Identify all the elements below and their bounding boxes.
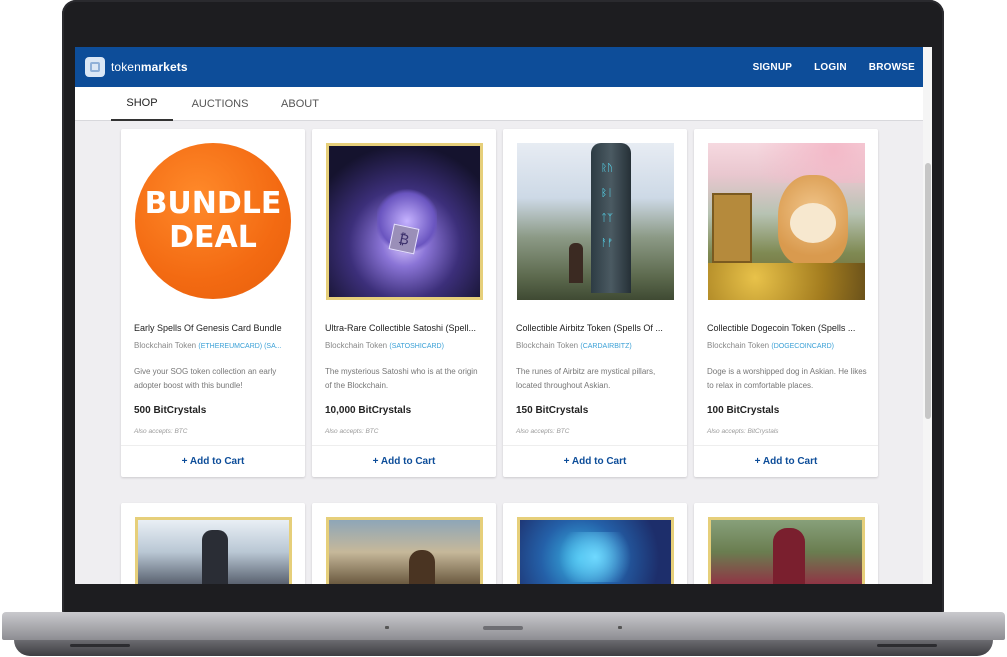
product-name[interactable]: Early Spells Of Genesis Card Bundle	[134, 323, 294, 333]
coins-icon	[708, 263, 865, 300]
doge-face-icon	[790, 203, 836, 243]
product-card[interactable]	[312, 503, 496, 584]
also-accepts: Also accepts: BitCrystals	[707, 428, 779, 435]
product-image[interactable]	[326, 517, 483, 584]
product-card[interactable]: ᚱᚢ ᛒᛁ ᛏᛉ ᚨᚠ Collectible Airbitz Token (S…	[503, 129, 687, 477]
tab-auctions[interactable]: AUCTIONS	[185, 87, 255, 121]
product-chain: Blockchain Token (SATOSHICARD)	[325, 341, 444, 350]
nav-browse-link[interactable]: BROWSE	[869, 62, 915, 73]
product-name[interactable]: Collectible Dogecoin Token (Spells ...	[707, 323, 867, 333]
product-price: 150 BitCrystals	[516, 405, 589, 416]
shrine-icon	[712, 193, 752, 263]
product-price: 500 BitCrystals	[134, 405, 207, 416]
product-card[interactable]	[121, 503, 305, 584]
product-card[interactable]: ₿ Ultra-Rare Collectible Satoshi (Spell.…	[312, 129, 496, 477]
product-description: The mysterious Satoshi who is at the ori…	[325, 367, 478, 390]
product-card[interactable]: BUNDLE DEAL Early Spells Of Genesis Card…	[121, 129, 305, 477]
product-price: 100 BitCrystals	[707, 405, 780, 416]
token-code[interactable]: (ETHEREUMCARD) (SA...	[198, 343, 281, 350]
tab-shop[interactable]: SHOP	[111, 87, 173, 121]
tab-about[interactable]: ABOUT	[271, 87, 329, 121]
trackpad-notch	[483, 626, 523, 630]
rune-glyph-icon: ᛏᛉ	[601, 213, 613, 224]
armored-knight-icon	[202, 530, 228, 584]
nav-signup-link[interactable]: SIGNUP	[753, 62, 793, 73]
red-robed-figure-icon	[773, 528, 805, 584]
product-image[interactable]: ᚱᚢ ᛒᛁ ᛏᛉ ᚨᚠ	[517, 143, 674, 300]
product-image[interactable]	[708, 517, 865, 584]
logo-icon	[85, 57, 105, 77]
product-image[interactable]	[517, 517, 674, 584]
bitcoin-cube-icon: ₿	[388, 223, 420, 255]
product-chain: Blockchain Token (DOGECOINCARD)	[707, 341, 834, 350]
browser-screen: tokenmarkets SIGNUP LOGIN BROWSE SHOP AU…	[75, 47, 932, 584]
laptop-base	[0, 612, 1007, 657]
rune-glyph-icon: ᛒᛁ	[601, 188, 613, 199]
top-navbar: tokenmarkets SIGNUP LOGIN BROWSE	[75, 47, 923, 87]
product-name[interactable]: Ultra-Rare Collectible Satoshi (Spell...	[325, 323, 485, 333]
add-to-cart-button[interactable]: + Add to Cart	[503, 445, 687, 477]
token-code[interactable]: (DOGECOINCARD)	[771, 343, 834, 350]
village-figure-icon	[409, 550, 435, 584]
hinge-dot	[618, 626, 622, 629]
product-card[interactable]	[694, 503, 878, 584]
product-image[interactable]	[708, 143, 865, 300]
product-card[interactable]: Collectible Dogecoin Token (Spells ... B…	[694, 129, 878, 477]
blue-dragon-icon	[550, 532, 640, 582]
hinge-dot	[385, 626, 389, 629]
nav-links: SIGNUP LOGIN BROWSE	[753, 62, 915, 73]
product-chain: Blockchain Token (ETHEREUMCARD) (SA...	[134, 341, 282, 350]
wizard-figure-icon	[569, 243, 583, 283]
product-card[interactable]	[503, 503, 687, 584]
cherry-blossom-icon	[708, 143, 865, 183]
product-image[interactable]: ₿	[326, 143, 483, 300]
bundle-deal-badge: BUNDLE DEAL	[135, 143, 291, 299]
product-description: Doge is a worshipped dog in Askian. He l…	[707, 367, 867, 390]
add-to-cart-button[interactable]: + Add to Cart	[121, 445, 305, 477]
also-accepts: Also accepts: BTC	[325, 428, 379, 435]
rune-glyph-icon: ᚨᚠ	[601, 238, 613, 249]
nav-login-link[interactable]: LOGIN	[814, 62, 847, 73]
token-code[interactable]: (CARDAIRBITZ)	[580, 343, 631, 350]
laptop-foot	[70, 644, 130, 647]
product-name[interactable]: Collectible Airbitz Token (Spells Of ...	[516, 323, 676, 333]
also-accepts: Also accepts: BTC	[134, 428, 188, 435]
brand-name: tokenmarkets	[111, 60, 188, 74]
add-to-cart-button[interactable]: + Add to Cart	[694, 445, 878, 477]
product-price: 10,000 BitCrystals	[325, 405, 412, 416]
brand-logo[interactable]: tokenmarkets	[85, 57, 188, 77]
token-code[interactable]: (SATOSHICARD)	[389, 343, 444, 350]
product-chain: Blockchain Token (CARDAIRBITZ)	[516, 341, 632, 350]
add-to-cart-button[interactable]: + Add to Cart	[312, 445, 496, 477]
section-tabs: SHOP AUCTIONS ABOUT	[75, 87, 923, 121]
scrollbar-thumb[interactable]	[925, 163, 931, 419]
laptop-frame: tokenmarkets SIGNUP LOGIN BROWSE SHOP AU…	[0, 0, 1007, 657]
product-image[interactable]	[135, 517, 292, 584]
product-description: Give your SOG token collection an early …	[134, 367, 277, 390]
base-bottom	[14, 640, 993, 656]
product-image[interactable]: BUNDLE DEAL	[135, 143, 292, 300]
also-accepts: Also accepts: BTC	[516, 428, 570, 435]
rune-glyph-icon: ᚱᚢ	[601, 163, 613, 174]
laptop-foot	[877, 644, 937, 647]
product-description: The runes of Airbitz are mystical pillar…	[516, 367, 656, 390]
